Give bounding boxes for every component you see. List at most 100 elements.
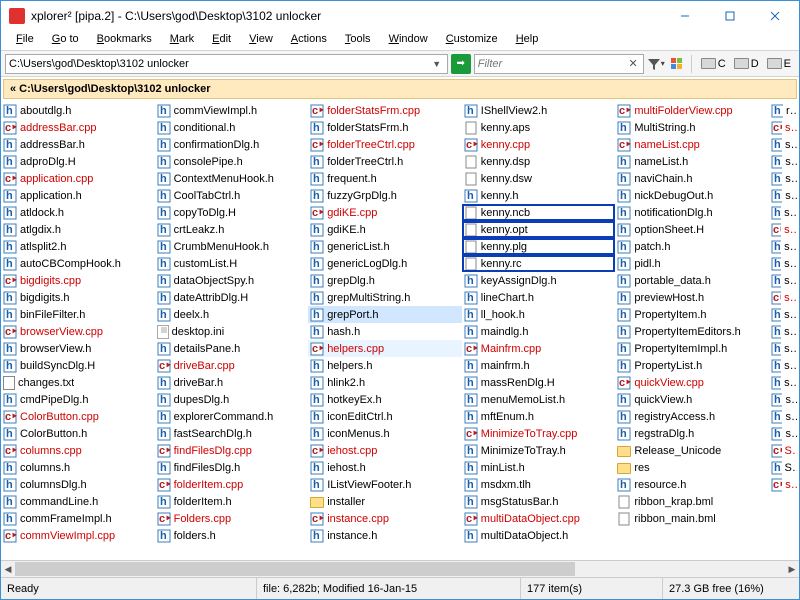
scroll-right-icon[interactable]: ▶ — [785, 562, 799, 577]
file-item[interactable]: hlineChart.h — [462, 289, 616, 306]
file-item[interactable]: hregistryAccess.h — [615, 408, 769, 425]
file-item[interactable]: hMinimizeToTray.h — [462, 442, 616, 459]
file-item[interactable]: c‣folderItem.cpp — [155, 476, 309, 493]
file-item[interactable]: c‣folderStatsFrm.cpp — [308, 102, 462, 119]
file-item[interactable]: c‣browserView.cpp — [1, 323, 155, 340]
file-item[interactable]: hmsgStatusBar.h — [462, 493, 616, 510]
file-item[interactable]: hsea — [769, 204, 799, 221]
file-item[interactable]: kenny.aps — [462, 119, 616, 136]
file-item[interactable]: c‣multiFolderView.cpp — [615, 102, 769, 119]
file-item[interactable]: res — [615, 459, 769, 476]
file-item[interactable]: hfrequent.h — [308, 170, 462, 187]
file-item[interactable]: c‣she — [769, 221, 799, 238]
file-item[interactable]: hsin — [769, 408, 799, 425]
file-item[interactable]: hmsdxm.tlh — [462, 476, 616, 493]
file-item[interactable]: hdriveBar.h — [155, 374, 309, 391]
file-item[interactable]: hatldock.h — [1, 204, 155, 221]
file-item[interactable]: hshe — [769, 306, 799, 323]
file-item[interactable]: hhash.h — [308, 323, 462, 340]
file-item[interactable]: hCoolTabCtrl.h — [155, 187, 309, 204]
file-item[interactable]: hminList.h — [462, 459, 616, 476]
file-item[interactable]: hpreviewHost.h — [615, 289, 769, 306]
file-item[interactable]: hfolderTreeCtrl.h — [308, 153, 462, 170]
file-item[interactable]: hoptionSheet.H — [615, 221, 769, 238]
minimize-button[interactable] — [662, 1, 707, 31]
file-item[interactable]: c‣MinimizeToTray.cpp — [462, 425, 616, 442]
file-item[interactable]: hPropertyItemImpl.h — [615, 340, 769, 357]
scroll-thumb[interactable] — [15, 562, 575, 576]
file-item[interactable]: c‣driveBar.cpp — [155, 357, 309, 374]
file-item[interactable]: hColorButton.h — [1, 425, 155, 442]
file-item[interactable]: hbigdigits.h — [1, 289, 155, 306]
menu-mark[interactable]: Mark — [161, 31, 203, 50]
file-item[interactable]: hdetailsPane.h — [155, 340, 309, 357]
file-item[interactable]: kenny.ncb — [462, 204, 616, 221]
file-item[interactable]: c‣iehost.cpp — [308, 442, 462, 459]
file-item[interactable]: hadproDlg.H — [1, 153, 155, 170]
file-item[interactable]: hmassRenDlg.H — [462, 374, 616, 391]
drive-e[interactable]: E — [763, 58, 795, 70]
address-input[interactable] — [9, 58, 430, 70]
file-item[interactable]: c‣application.cpp — [1, 170, 155, 187]
file-item[interactable]: hkenny.h — [462, 187, 616, 204]
file-item[interactable]: hdataObjectSpy.h — [155, 272, 309, 289]
address-dropdown-icon[interactable]: ▼ — [430, 59, 444, 69]
filter-clear-icon[interactable]: ✕ — [627, 57, 640, 70]
menu-go-to[interactable]: Go to — [43, 31, 88, 50]
file-item[interactable]: hcmdPipeDlg.h — [1, 391, 155, 408]
file-item[interactable]: hshe — [769, 238, 799, 255]
file-item[interactable]: hgrepMultiString.h — [308, 289, 462, 306]
filter-input[interactable] — [478, 58, 627, 70]
file-item[interactable]: installer — [308, 493, 462, 510]
file-item[interactable]: c‣gdiKE.cpp — [308, 204, 462, 221]
menu-customize[interactable]: Customize — [437, 31, 507, 50]
file-item[interactable]: hdeelx.h — [155, 306, 309, 323]
address-bar[interactable]: ▼ — [5, 54, 448, 74]
file-item[interactable]: c‣commViewImpl.cpp — [1, 527, 155, 544]
file-item[interactable]: hhlink2.h — [308, 374, 462, 391]
file-item[interactable]: c‣Mainfrm.cpp — [462, 340, 616, 357]
menu-window[interactable]: Window — [380, 31, 437, 50]
file-pane[interactable]: haboutdlg.hc‣addressBar.cpphaddressBar.h… — [1, 101, 799, 560]
file-item[interactable]: hsid — [769, 391, 799, 408]
file-item[interactable]: hshe — [769, 340, 799, 357]
file-item[interactable]: hdupesDlg.h — [155, 391, 309, 408]
file-item[interactable]: kenny.dsp — [462, 153, 616, 170]
file-item[interactable]: hscr — [769, 187, 799, 204]
file-item[interactable]: hPropertyList.h — [615, 357, 769, 374]
file-item[interactable]: c‣findFilesDlg.cpp — [155, 442, 309, 459]
file-item[interactable]: hgrepPort.h — [308, 306, 462, 323]
file-item[interactable]: hautoCBCompHook.h — [1, 255, 155, 272]
file-item[interactable]: hfastSearchDlg.h — [155, 425, 309, 442]
file-item[interactable]: hfuzzyGrpDlg.h — [308, 187, 462, 204]
file-item[interactable]: hconditional.h — [155, 119, 309, 136]
menu-help[interactable]: Help — [507, 31, 548, 50]
file-item[interactable]: hpidl.h — [615, 255, 769, 272]
file-item[interactable]: hshe — [769, 374, 799, 391]
menu-file[interactable]: File — [7, 31, 43, 50]
file-item[interactable]: hPropertyItem.h — [615, 306, 769, 323]
file-item[interactable]: hPropertyItemEditors.h — [615, 323, 769, 340]
file-item[interactable]: hgdiKE.h — [308, 221, 462, 238]
file-item[interactable]: c‣instance.cpp — [308, 510, 462, 527]
file-item[interactable]: hhelpers.h — [308, 357, 462, 374]
file-item[interactable]: changes.txt — [1, 374, 155, 391]
view-mode-icon[interactable] — [668, 55, 686, 73]
file-item[interactable]: hiconEditCtrl.h — [308, 408, 462, 425]
breadcrumb[interactable]: « C:\Users\god\Desktop\3102 unlocker — [3, 79, 797, 99]
menu-bookmarks[interactable]: Bookmarks — [88, 31, 161, 50]
file-item[interactable]: hll_hook.h — [462, 306, 616, 323]
file-item[interactable]: hscr — [769, 153, 799, 170]
file-item[interactable]: hContextMenuHook.h — [155, 170, 309, 187]
file-item[interactable]: c‣sar — [769, 119, 799, 136]
file-item[interactable]: c‣addressBar.cpp — [1, 119, 155, 136]
file-item[interactable]: haddressBar.h — [1, 136, 155, 153]
file-item[interactable]: hcolumnsDlg.h — [1, 476, 155, 493]
file-item[interactable]: hconfirmationDlg.h — [155, 136, 309, 153]
file-item[interactable]: hCrumbMenuHook.h — [155, 238, 309, 255]
file-item[interactable]: c‣kenny.cpp — [462, 136, 616, 153]
file-item[interactable]: hportable_data.h — [615, 272, 769, 289]
file-item[interactable]: ribbon_krap.bml — [615, 493, 769, 510]
file-item[interactable]: hcopyToDlg.H — [155, 204, 309, 221]
file-item[interactable]: hregstraDlg.h — [615, 425, 769, 442]
